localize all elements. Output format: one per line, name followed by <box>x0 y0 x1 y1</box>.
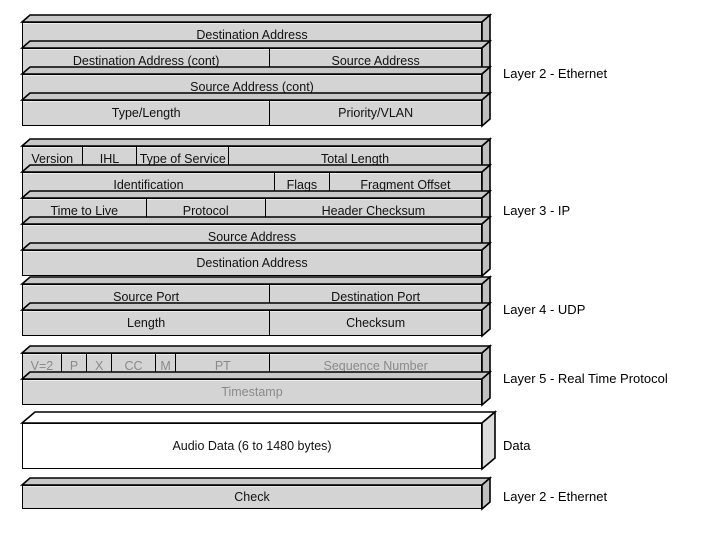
slab-row: Source Address (cont) <box>22 74 482 100</box>
slab-side-face <box>481 344 494 383</box>
slab-side-face <box>481 137 494 176</box>
protocol-field: M <box>155 354 177 378</box>
protocol-field: Destination Address <box>23 251 481 275</box>
slab-row: Identification Flags Fragment Offset <box>22 172 482 198</box>
protocol-field: Source Address <box>23 225 481 249</box>
slab-row: Destination Address <box>22 22 482 48</box>
protocol-field: Total Length <box>229 147 481 171</box>
protocol-field: Audio Data (6 to 1480 bytes) <box>23 424 481 468</box>
protocol-field: Destination Port <box>270 285 481 309</box>
protocol-field: Identification <box>23 173 275 197</box>
protocol-stack-diagram: Destination Address Destination Address (… <box>0 0 727 536</box>
protocol-field: CC <box>112 354 156 378</box>
slab-side-face <box>481 275 494 314</box>
protocol-field: Type of Service <box>137 147 230 171</box>
protocol-field: V=2 <box>23 354 62 378</box>
slab-side-face <box>481 189 494 228</box>
protocol-field: X <box>87 354 113 378</box>
layer-caption-udp-header: Layer 4 - UDP <box>503 302 586 317</box>
layer-caption-ethernet-header: Layer 2 - Ethernet <box>503 66 608 81</box>
protocol-field: P <box>61 354 88 378</box>
protocol-field: Time to Live <box>23 199 147 223</box>
slab-side-face <box>481 370 494 409</box>
protocol-field: Check <box>23 486 481 508</box>
slab-side-face <box>481 241 494 280</box>
slab-row: Time to Live Protocol Header Checksum <box>22 198 482 224</box>
protocol-field: IHL <box>82 147 138 171</box>
slab-side-face <box>481 65 494 104</box>
layer-caption-ethernet-trailer: Layer 2 - Ethernet <box>503 489 608 504</box>
layer-caption-ip-header: Layer 3 - IP <box>503 203 571 218</box>
slab-row: Destination Address <box>22 250 482 276</box>
slab-side-face <box>481 301 494 340</box>
slab-row: Audio Data (6 to 1480 bytes) <box>22 423 482 469</box>
protocol-field: Header Checksum <box>265 199 481 223</box>
protocol-field: Source Address (cont) <box>23 75 481 99</box>
protocol-field: Checksum <box>270 311 481 335</box>
slab-row: Type/Length Priority/VLAN <box>22 100 482 126</box>
protocol-field: Length <box>23 311 271 335</box>
protocol-field: Sequence Number <box>270 354 481 378</box>
slab-row: Destination Address (cont) Source Address <box>22 48 482 74</box>
slab-side-face <box>481 476 494 513</box>
slab-side-face <box>481 13 494 52</box>
protocol-field: PT <box>176 354 271 378</box>
protocol-field: Fragment Offset <box>329 173 481 197</box>
protocol-field: Source Port <box>23 285 271 309</box>
protocol-field: Priority/VLAN <box>270 101 481 125</box>
slab-row: Version IHL Type of Service Total Length <box>22 146 482 172</box>
slab-side-face <box>481 410 499 473</box>
protocol-field: Type/Length <box>23 101 271 125</box>
protocol-field: Protocol <box>146 199 266 223</box>
layer-caption-rtp-header: Layer 5 - Real Time Protocol <box>503 371 668 386</box>
layer-caption-payload: Data <box>503 438 531 453</box>
protocol-field: Source Address <box>270 49 481 73</box>
protocol-field: Destination Address <box>23 23 481 47</box>
slab-row: Timestamp <box>22 379 482 405</box>
slab-row: Source Port Destination Port <box>22 284 482 310</box>
protocol-field: Destination Address (cont) <box>23 49 271 73</box>
slab-row: Source Address <box>22 224 482 250</box>
protocol-field: Flags <box>274 173 330 197</box>
protocol-field: Version <box>23 147 83 171</box>
protocol-field: Timestamp <box>23 380 481 404</box>
slab-side-face <box>481 39 494 78</box>
slab-side-face <box>481 91 494 130</box>
slab-row: V=2 P X CC M PT Sequence Number <box>22 353 482 379</box>
slab-row: Check <box>22 485 482 509</box>
slab-side-face <box>481 163 494 202</box>
slab-row: Length Checksum <box>22 310 482 336</box>
slab-side-face <box>481 215 494 254</box>
